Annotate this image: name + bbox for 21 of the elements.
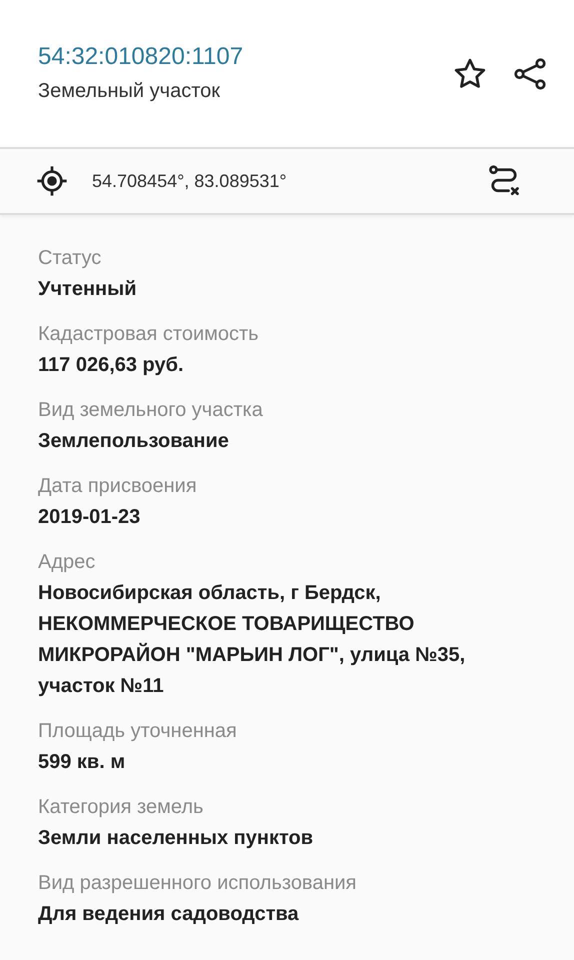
field-value: 2019-01-23: [38, 505, 142, 530]
coordinates-text: 54.708454°, 83.089531°: [92, 170, 287, 192]
field-label: Дата присвоения: [38, 474, 198, 499]
field-label: Вид земельного участка: [38, 398, 264, 423]
field-label: Вид разрешенного использования: [38, 871, 358, 896]
field-value: 117 026,63 руб.: [38, 353, 185, 378]
field-value: Учтенный: [38, 277, 138, 302]
field-label: Кадастровая стоимость: [38, 322, 260, 347]
cadastral-number: 54:32:010820:1107: [38, 42, 244, 72]
field-value: Земли населенных пунктов: [38, 826, 314, 851]
field-label: Площадь уточненная: [38, 719, 238, 744]
field-label: Адрес: [38, 550, 96, 575]
object-type: Земельный участок: [38, 79, 222, 104]
field-value: Для ведения садоводства: [38, 902, 300, 927]
locate-icon: [36, 165, 68, 197]
field-value: Землепользование: [38, 429, 230, 454]
share-icon[interactable]: [512, 56, 548, 92]
field-label: Категория земель: [38, 795, 204, 820]
field-value: Новосибирская область, г Бердск, НЕКОММЕРЧЕСКОЕ ТОВАРИЩЕСТВО МИКРОРАЙОН "МАРЬИН ЛОГ", улица №35, участок №11: [38, 581, 466, 699]
field-value: 599 кв. м: [38, 750, 126, 775]
field-label: Статус: [38, 246, 102, 271]
